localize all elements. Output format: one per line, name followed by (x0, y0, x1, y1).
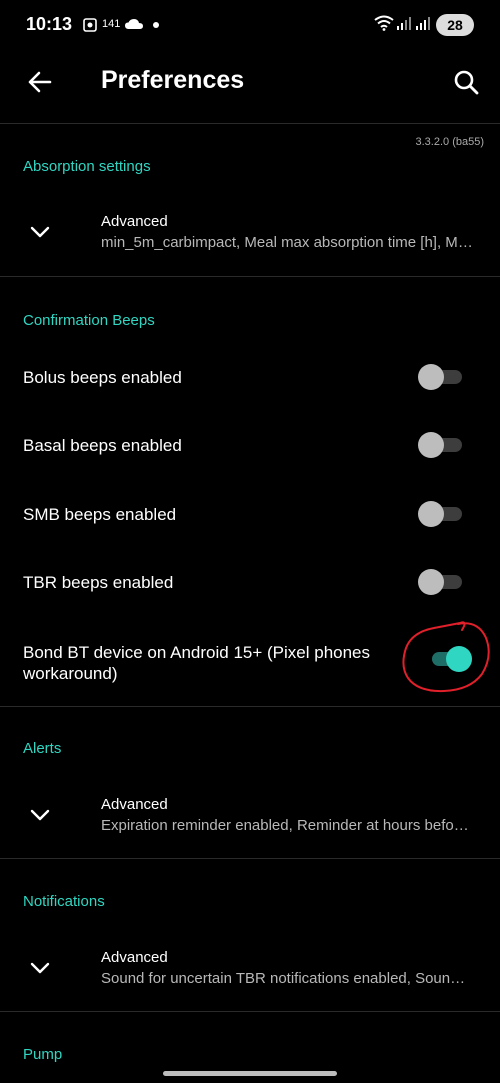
notifications-advanced-row[interactable]: Advanced Sound for uncertain TBR notific… (0, 928, 500, 1008)
pref-tbr-beeps[interactable]: TBR beeps enabled (0, 549, 500, 617)
section-title-pump: Pump (23, 1046, 63, 1063)
signal-icon-2 (416, 17, 430, 30)
advanced-summary: Sound for uncertain TBR notifications en… (101, 970, 473, 987)
toggle-switch[interactable] (418, 498, 464, 530)
signal-icon-1 (397, 17, 411, 30)
switch-label: Basal beeps enabled (23, 436, 182, 455)
divider (0, 276, 500, 277)
section-title-alerts: Alerts (23, 740, 62, 757)
pref-basal-beeps[interactable]: Basal beeps enabled (0, 412, 500, 480)
arrow-back-icon (28, 71, 52, 93)
cloud-icon (125, 19, 143, 29)
toggle-switch[interactable] (418, 429, 464, 461)
pref-smb-beeps[interactable]: SMB beeps enabled (0, 481, 500, 549)
advanced-summary: Expiration reminder enabled, Reminder at… (101, 817, 473, 834)
gesture-nav-handle[interactable] (163, 1071, 337, 1076)
chevron-down-icon (30, 809, 50, 821)
divider (0, 706, 500, 707)
advanced-summary: min_5m_carbimpact, Meal max absorption t… (101, 234, 473, 251)
dot-icon (153, 22, 159, 28)
search-icon (454, 70, 479, 95)
divider (0, 858, 500, 859)
wifi-icon (374, 15, 394, 31)
switch-label: TBR beeps enabled (23, 573, 174, 592)
annotation-circle (402, 621, 490, 693)
alerts-advanced-row[interactable]: Advanced Expiration reminder enabled, Re… (0, 775, 500, 855)
switch-label: Bond BT device on Android 15+ (Pixel pho… (23, 643, 371, 683)
search-button[interactable] (446, 62, 486, 102)
status-bar: 10:13 141 28 (0, 0, 500, 52)
section-title-absorption: Absorption settings (23, 158, 151, 175)
switch-label: Bolus beeps enabled (23, 368, 182, 387)
advanced-title: Advanced (101, 213, 168, 230)
switch-label: SMB beeps enabled (23, 505, 177, 524)
chevron-down-icon (30, 962, 50, 974)
notif-count: 141 (102, 18, 121, 30)
absorption-advanced-row[interactable]: Advanced min_5m_carbimpact, Meal max abs… (0, 192, 500, 272)
toggle-switch[interactable] (418, 361, 464, 393)
chevron-down-icon (30, 226, 50, 238)
version-label: 3.3.2.0 (ba55) (415, 136, 485, 148)
divider (0, 1011, 500, 1012)
status-time: 10:13 (26, 14, 73, 34)
section-title-notifications: Notifications (23, 893, 105, 910)
advanced-title: Advanced (101, 949, 168, 966)
page-title: Preferences (101, 66, 245, 94)
advanced-title: Advanced (101, 796, 168, 813)
screenshot-icon (83, 18, 97, 32)
pref-bolus-beeps[interactable]: Bolus beeps enabled (0, 344, 500, 412)
battery-indicator: 28 (436, 14, 474, 36)
divider (0, 123, 500, 124)
section-title-confirmation-beeps: Confirmation Beeps (23, 312, 155, 329)
toggle-switch[interactable] (418, 566, 464, 598)
back-button[interactable] (20, 62, 60, 102)
